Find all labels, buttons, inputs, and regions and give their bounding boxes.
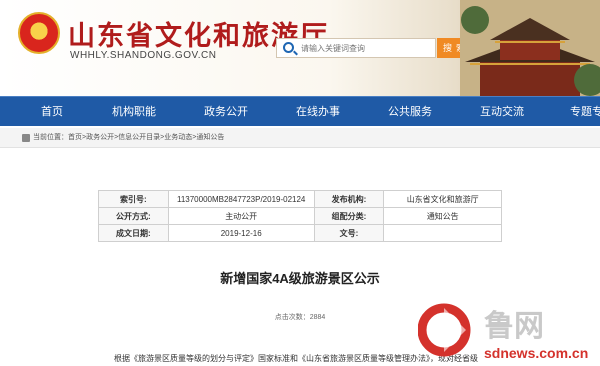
watermark-url: sdnews.com.cn — [484, 345, 588, 361]
table-row: 公开方式: 主动公开 组配分类: 通知公告 — [98, 207, 502, 225]
index-value: 11370000MB2847723P/2019-02124 — [167, 190, 315, 208]
breadcrumb-text[interactable]: 当前位置：首页>政务公开>信息公开目录>业务动态>通知公告 — [33, 132, 224, 142]
nav-item-functions[interactable]: 机构职能 — [104, 97, 164, 127]
nav-item-home[interactable]: 首页 — [22, 97, 82, 127]
site-url: WHHLY.SHANDONG.GOV.CN — [70, 50, 217, 61]
date-label: 成文日期: — [98, 224, 169, 242]
main-nav: 首页 机构职能 政务公开 在线办事 公共服务 互动交流 专题专栏 — [0, 96, 600, 126]
mode-value: 主动公开 — [167, 207, 315, 225]
sdnews-watermark: 鲁网 sdnews.com.cn — [418, 303, 588, 361]
category-label: 组配分类: — [313, 207, 385, 225]
index-label: 索引号: — [98, 190, 169, 208]
nav-item-public-service[interactable]: 公共服务 — [380, 97, 440, 127]
publisher-value: 山东省文化和旅游厅 — [383, 190, 502, 208]
sdnews-logo-icon — [418, 303, 471, 357]
pagoda-banner-image — [460, 0, 600, 96]
nav-item-topics[interactable]: 专题专栏 — [562, 97, 600, 127]
publisher-label: 发布机构: — [313, 190, 385, 208]
nav-item-online-service[interactable]: 在线办事 — [288, 97, 348, 127]
date-value: 2019-12-16 — [167, 224, 315, 242]
nav-item-interaction[interactable]: 互动交流 — [472, 97, 532, 127]
watermark-brand: 鲁网 — [484, 309, 544, 344]
docno-label: 文号: — [313, 224, 385, 242]
category-value: 通知公告 — [383, 207, 502, 225]
views-label: 点击次数： — [274, 314, 310, 321]
breadcrumb: 当前位置：首页>政务公开>信息公开目录>业务动态>通知公告 — [0, 128, 600, 148]
info-table: 索引号: 11370000MB2847723P/2019-02124 发布机构:… — [98, 190, 502, 242]
site-header: ★ 山东省文化和旅游厅 WHHLY.SHANDONG.GOV.CN 搜索 — [0, 0, 600, 96]
search-icon — [283, 42, 294, 53]
views-count: 2884 — [309, 314, 326, 321]
table-row: 索引号: 11370000MB2847723P/2019-02124 发布机构:… — [98, 190, 502, 208]
nav-item-gov-affairs[interactable]: 政务公开 — [196, 97, 256, 127]
search-box[interactable] — [276, 38, 436, 58]
article-title: 新增国家4A级旅游景区公示 — [220, 271, 380, 286]
location-icon — [22, 134, 30, 142]
mode-label: 公开方式: — [98, 207, 169, 225]
national-emblem-icon: ★ — [18, 12, 60, 54]
table-row: 成文日期: 2019-12-16 文号: — [98, 224, 502, 242]
docno-value — [383, 224, 502, 242]
search-input[interactable] — [301, 41, 431, 55]
